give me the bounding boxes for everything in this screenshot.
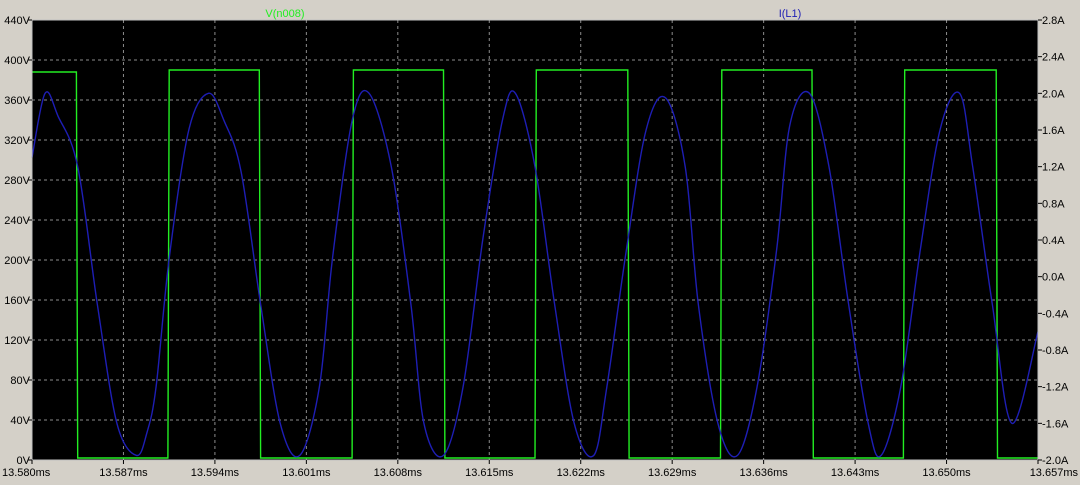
y-left-tick-label: 400V	[4, 55, 30, 67]
y-right-tick-label: -2.0A	[1042, 455, 1069, 467]
y-right-tick-label: -0.4A	[1042, 308, 1069, 320]
y-left-tick-label: 200V	[4, 255, 30, 267]
y-left-tick-label: 440V	[4, 15, 30, 27]
y-right-tick-label: -1.2A	[1042, 382, 1069, 394]
y-right-tick-label: 1.2A	[1042, 162, 1065, 174]
y-left-tick-label: 160V	[4, 295, 30, 307]
x-tick-label: 13.587ms	[99, 467, 148, 479]
x-tick-label: 13.580ms	[2, 467, 51, 479]
y-right-tick-label: 2.8A	[1042, 15, 1065, 27]
y-right-tick-label: -1.6A	[1042, 418, 1069, 430]
y-left-tick-label: 280V	[4, 175, 30, 187]
y-left-tick-label: 120V	[4, 335, 30, 347]
waveform-plot[interactable]: 13.580ms 13.587ms 13.594ms 13.601ms 13.608ms…	[0, 0, 1080, 485]
y-right-tick-label: -0.8A	[1042, 345, 1069, 357]
x-tick-label: 13.594ms	[191, 467, 240, 479]
y-right-tick-label: 2.4A	[1042, 52, 1065, 64]
y-left-tick-label: 360V	[4, 95, 30, 107]
y-left-tick-label: 320V	[4, 135, 30, 147]
y-left-tick-label: 0V	[17, 455, 31, 467]
y-right-tick-label: 1.6A	[1042, 125, 1065, 137]
x-tick-label: 13.615ms	[465, 467, 514, 479]
x-tick-label: 13.650ms	[922, 467, 971, 479]
x-tick-label: 13.629ms	[648, 467, 697, 479]
x-tick-label: 13.608ms	[374, 467, 423, 479]
x-tick-label: 13.643ms	[831, 467, 880, 479]
x-tick-label: 13.601ms	[282, 467, 331, 479]
legend-label-current: I(L1)	[779, 8, 802, 20]
x-tick-label: 13.636ms	[739, 467, 788, 479]
legend-label-voltage: V(n008)	[265, 8, 304, 20]
x-tick-label: 13.657ms	[1030, 467, 1079, 479]
y-right-tick-label: 0.4A	[1042, 235, 1065, 247]
x-tick-label: 13.622ms	[557, 467, 606, 479]
y-right-tick-label: 2.0A	[1042, 88, 1065, 100]
y-left-tick-label: 80V	[10, 375, 30, 387]
y-left-tick-label: 40V	[10, 415, 30, 427]
y-right-tick-label: 0.8A	[1042, 198, 1065, 210]
y-right-tick-label: 0.0A	[1042, 272, 1065, 284]
y-left-tick-label: 240V	[4, 215, 30, 227]
